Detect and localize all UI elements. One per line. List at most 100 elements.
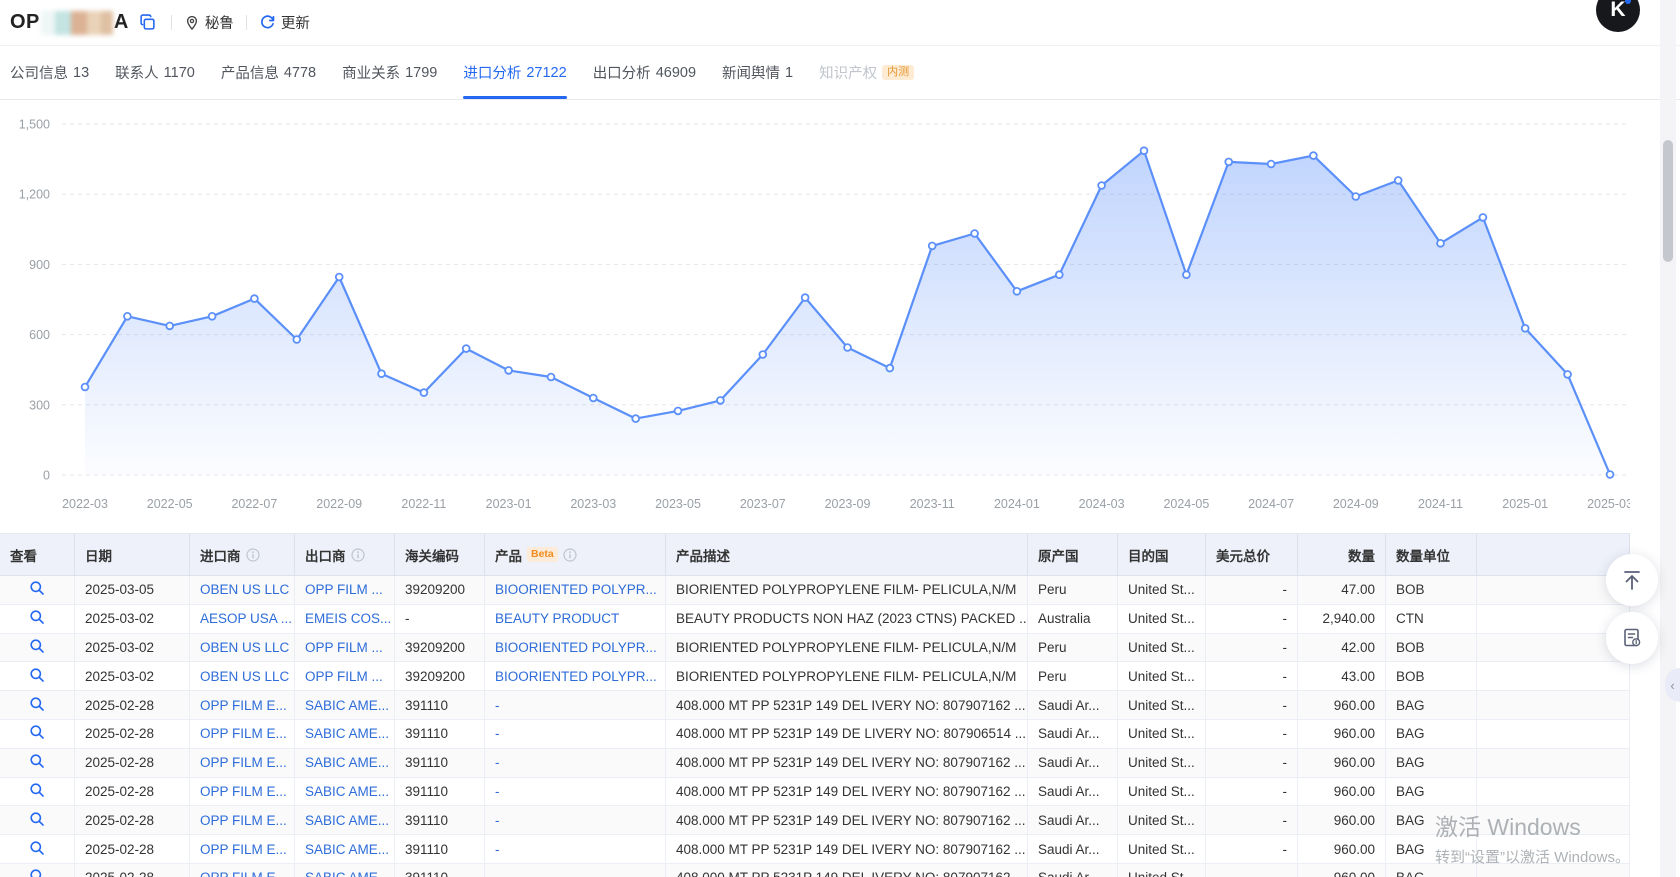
data-point[interactable]	[1183, 271, 1190, 278]
data-point[interactable]	[293, 336, 300, 343]
data-point[interactable]	[463, 345, 470, 352]
data-point[interactable]	[1564, 371, 1571, 378]
info-icon[interactable]	[351, 548, 365, 562]
cell-text[interactable]: SABIC AME...	[305, 784, 389, 799]
data-point[interactable]	[1225, 159, 1232, 166]
view-detail-button[interactable]	[29, 811, 45, 830]
back-to-top-button[interactable]	[1606, 554, 1658, 606]
cell-text[interactable]: SABIC AME...	[305, 870, 389, 877]
cell-text[interactable]: AESOP USA ...	[200, 611, 292, 626]
cell-text[interactable]: -	[495, 842, 500, 857]
data-point[interactable]	[1141, 147, 1148, 154]
view-detail-button[interactable]	[29, 638, 45, 657]
cell-text[interactable]: OBEN US LLC	[200, 640, 289, 655]
view-detail-button[interactable]	[29, 667, 45, 686]
tab-business-relations[interactable]: 商业关系1799	[342, 46, 437, 99]
location-button[interactable]: 秘鲁	[184, 12, 234, 33]
data-point[interactable]	[632, 415, 639, 422]
tab-product-info[interactable]: 产品信息4778	[221, 46, 316, 99]
cell-text[interactable]: OPP FILM E...	[200, 870, 287, 877]
data-point[interactable]	[251, 295, 258, 302]
data-point[interactable]	[759, 351, 766, 358]
view-detail-button[interactable]	[29, 868, 45, 877]
y-axis-label: 600	[29, 328, 50, 342]
data-point[interactable]	[548, 374, 555, 381]
cell-text[interactable]: SABIC AME...	[305, 842, 389, 857]
cell-text[interactable]: SABIC AME...	[305, 726, 389, 741]
data-point[interactable]	[1607, 471, 1614, 478]
data-point[interactable]	[378, 370, 385, 377]
data-point[interactable]	[209, 313, 216, 320]
view-detail-button[interactable]	[29, 696, 45, 715]
cell-text[interactable]: SABIC AME...	[305, 698, 389, 713]
view-detail-button[interactable]	[29, 753, 45, 772]
data-point[interactable]	[1014, 288, 1021, 295]
data-point[interactable]	[1098, 182, 1105, 189]
data-point[interactable]	[675, 408, 682, 415]
cell-text[interactable]: OPP FILM ...	[305, 640, 383, 655]
cell-text[interactable]: OBEN US LLC	[200, 669, 289, 684]
cell-text[interactable]: BIOORIENTED POLYPR...	[495, 669, 657, 684]
cell-text[interactable]: OPP FILM E...	[200, 813, 287, 828]
data-point[interactable]	[844, 344, 851, 351]
data-point[interactable]	[1352, 193, 1359, 200]
tab-export-analysis[interactable]: 出口分析46909	[593, 46, 696, 99]
cell-text[interactable]: -	[495, 755, 500, 770]
cell-text[interactable]: OPP FILM E...	[200, 755, 287, 770]
cell-text[interactable]: BIOORIENTED POLYPR...	[495, 640, 657, 655]
data-point[interactable]	[886, 365, 893, 372]
data-point[interactable]	[1480, 214, 1487, 221]
data-point[interactable]	[590, 395, 597, 402]
view-detail-button[interactable]	[29, 609, 45, 628]
scrollbar-thumb[interactable]	[1663, 140, 1673, 262]
view-detail-button[interactable]	[29, 724, 45, 743]
cell-text[interactable]: OPP FILM E...	[200, 842, 287, 857]
cell-text[interactable]: OPP FILM ...	[305, 669, 383, 684]
report-button[interactable]	[1606, 612, 1658, 664]
tab-intellectual-property[interactable]: 知识产权内测	[819, 46, 914, 99]
cell-text[interactable]: SABIC AME...	[305, 813, 389, 828]
cell-text[interactable]: OPP FILM E...	[200, 784, 287, 799]
info-icon[interactable]	[246, 548, 260, 562]
tab-news-sentiment[interactable]: 新闻舆情1	[722, 46, 793, 99]
cell-text[interactable]: OPP FILM E...	[200, 698, 287, 713]
cell-text[interactable]: -	[495, 870, 500, 877]
cell-text[interactable]: BIOORIENTED POLYPR...	[495, 582, 657, 597]
user-avatar-logo[interactable]: K	[1596, 0, 1640, 32]
data-point[interactable]	[166, 323, 173, 330]
cell-text[interactable]: OPP FILM E...	[200, 726, 287, 741]
data-point[interactable]	[1268, 161, 1275, 168]
data-point[interactable]	[1522, 325, 1529, 332]
view-detail-button[interactable]	[29, 840, 45, 859]
cell-text[interactable]: BEAUTY PRODUCT	[495, 611, 619, 626]
data-point[interactable]	[1395, 177, 1402, 184]
refresh-button[interactable]: 更新	[259, 12, 310, 33]
cell-text[interactable]: -	[495, 813, 500, 828]
data-point[interactable]	[421, 389, 428, 396]
data-point[interactable]	[336, 274, 343, 281]
data-point[interactable]	[1056, 271, 1063, 278]
data-point[interactable]	[802, 294, 809, 301]
copy-icon[interactable]	[137, 12, 159, 34]
tab-company-info[interactable]: 公司信息13	[10, 46, 89, 99]
data-point[interactable]	[929, 243, 936, 250]
data-point[interactable]	[505, 367, 512, 374]
data-point[interactable]	[1437, 240, 1444, 247]
data-point[interactable]	[82, 384, 89, 391]
view-detail-button[interactable]	[29, 580, 45, 599]
cell-text[interactable]: -	[495, 784, 500, 799]
cell-text[interactable]: EMEIS COS...	[305, 611, 391, 626]
cell-text[interactable]: -	[495, 726, 500, 741]
data-point[interactable]	[717, 397, 724, 404]
view-detail-button[interactable]	[29, 782, 45, 801]
cell-text[interactable]: SABIC AME...	[305, 755, 389, 770]
tab-contacts[interactable]: 联系人1170	[115, 46, 195, 99]
tab-import-analysis[interactable]: 进口分析27122	[463, 46, 566, 99]
data-point[interactable]	[124, 313, 131, 320]
cell-text[interactable]: -	[495, 698, 500, 713]
data-point[interactable]	[971, 230, 978, 237]
cell-text[interactable]: OPP FILM ...	[305, 582, 383, 597]
info-icon[interactable]	[563, 548, 577, 562]
data-point[interactable]	[1310, 152, 1317, 159]
cell-text[interactable]: OBEN US LLC	[200, 582, 289, 597]
